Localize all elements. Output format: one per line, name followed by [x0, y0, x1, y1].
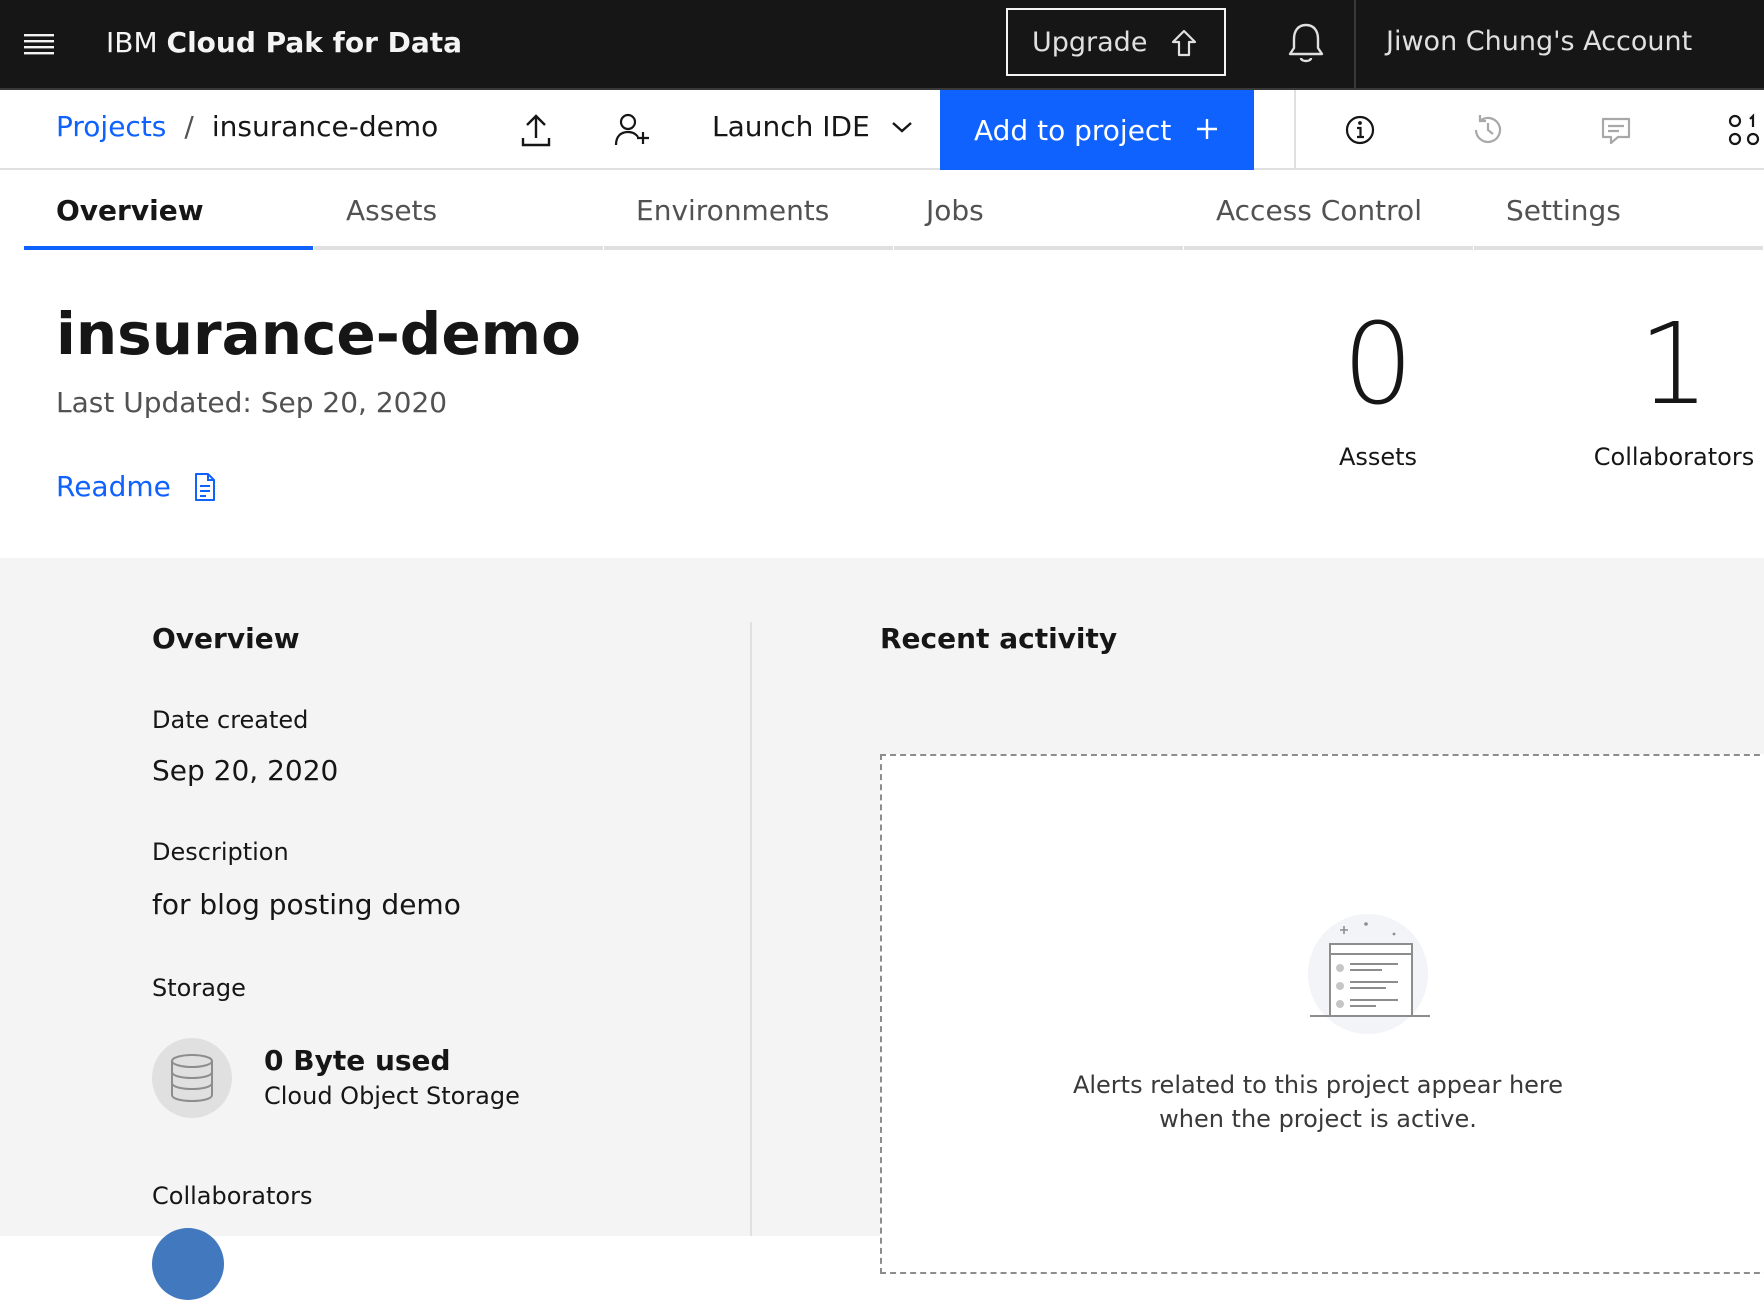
breadcrumb-current: insurance-demo	[211, 110, 439, 143]
account-switcher[interactable]: Jiwon Chung's Account	[1386, 26, 1692, 57]
collaborators-label: Collaborators	[152, 1182, 313, 1210]
toolbar-divider	[1294, 90, 1296, 168]
launch-ide-dropdown[interactable]: Launch IDE	[712, 110, 914, 143]
database-icon	[152, 1038, 232, 1118]
recent-activity-title: Recent activity	[880, 622, 1118, 655]
upgrade-button[interactable]: Upgrade	[1006, 8, 1226, 76]
empty-state-line-1: Alerts related to this project appear he…	[1072, 1071, 1564, 1099]
tab-environments[interactable]: Environments	[604, 172, 893, 250]
assets-stat-label: Assets	[1338, 443, 1418, 471]
storage-label: Storage	[152, 974, 246, 1002]
add-to-project-button[interactable]: Add to project	[940, 90, 1254, 170]
recent-activity-panel: Alerts related to this project appear he…	[880, 754, 1764, 1274]
project-title: insurance-demo	[56, 300, 581, 368]
empty-state-line-2: when the project is active.	[1159, 1105, 1477, 1133]
breadcrumb: Projects / insurance-demo	[56, 110, 438, 143]
brand-ibm: IBM	[106, 26, 158, 59]
user-add-icon[interactable]	[612, 110, 652, 150]
readme-link[interactable]: Readme	[56, 470, 217, 503]
storage-type: Cloud Object Storage	[264, 1082, 520, 1110]
date-created-value: Sep 20, 2020	[152, 754, 339, 787]
info-icon[interactable]	[1340, 110, 1380, 150]
apps-icon[interactable]	[1724, 110, 1764, 150]
chevron-down-icon	[890, 119, 914, 135]
last-updated: Last Updated: Sep 20, 2020	[56, 386, 448, 419]
assets-count: 0	[1342, 300, 1414, 430]
empty-state-message: Alerts related to this project appear he…	[882, 1068, 1754, 1136]
readme-label: Readme	[56, 470, 171, 503]
brand-product: Cloud Pak for Data	[166, 26, 463, 59]
overview-content: Overview Date created Sep 20, 2020 Descr…	[0, 558, 1764, 1300]
launch-ide-label: Launch IDE	[712, 110, 870, 143]
tab-settings[interactable]: Settings	[1474, 172, 1763, 250]
assets-stat: 0 Assets	[1328, 305, 1428, 471]
column-divider	[750, 622, 752, 1236]
bell-icon[interactable]	[1285, 20, 1327, 66]
add-to-project-label: Add to project	[974, 113, 1172, 147]
document-icon	[193, 472, 217, 502]
description-label: Description	[152, 838, 289, 866]
upload-icon[interactable]	[516, 110, 556, 150]
storage-used: 0 Byte used	[264, 1044, 451, 1077]
empty-state-icon	[1306, 914, 1438, 1038]
avatar[interactable]	[152, 1228, 224, 1300]
tab-assets[interactable]: Assets	[314, 172, 603, 250]
top-header: IBM Cloud Pak for Data Upgrade Jiwon Chu…	[0, 0, 1764, 90]
history-icon[interactable]	[1468, 110, 1508, 150]
overview-section-title: Overview	[152, 622, 300, 655]
plus-icon	[1194, 116, 1220, 142]
description-value: for blog posting demo	[152, 888, 461, 921]
project-tabs: Overview Assets Environments Jobs Access…	[24, 172, 1764, 250]
product-name[interactable]: IBM Cloud Pak for Data	[106, 24, 462, 62]
tab-overview[interactable]: Overview	[24, 172, 313, 250]
tab-access-control[interactable]: Access Control	[1184, 172, 1473, 250]
comment-icon[interactable]	[1596, 110, 1636, 150]
breadcrumb-separator: /	[184, 110, 194, 143]
upgrade-label: Upgrade	[1032, 26, 1148, 58]
hamburger-menu-icon[interactable]	[18, 24, 60, 66]
collaborators-stat-label: Collaborators	[1593, 443, 1755, 471]
header-divider	[1354, 0, 1356, 88]
date-created-label: Date created	[152, 706, 309, 734]
tab-jobs[interactable]: Jobs	[894, 172, 1183, 250]
project-toolbar: Projects / insurance-demo Launch IDE Add…	[0, 90, 1764, 170]
collaborators-count: 1	[1638, 300, 1710, 430]
arrow-up-outline-icon	[1170, 28, 1198, 58]
collaborators-stat: 1 Collaborators	[1590, 305, 1758, 471]
breadcrumb-projects-link[interactable]: Projects	[56, 110, 166, 143]
